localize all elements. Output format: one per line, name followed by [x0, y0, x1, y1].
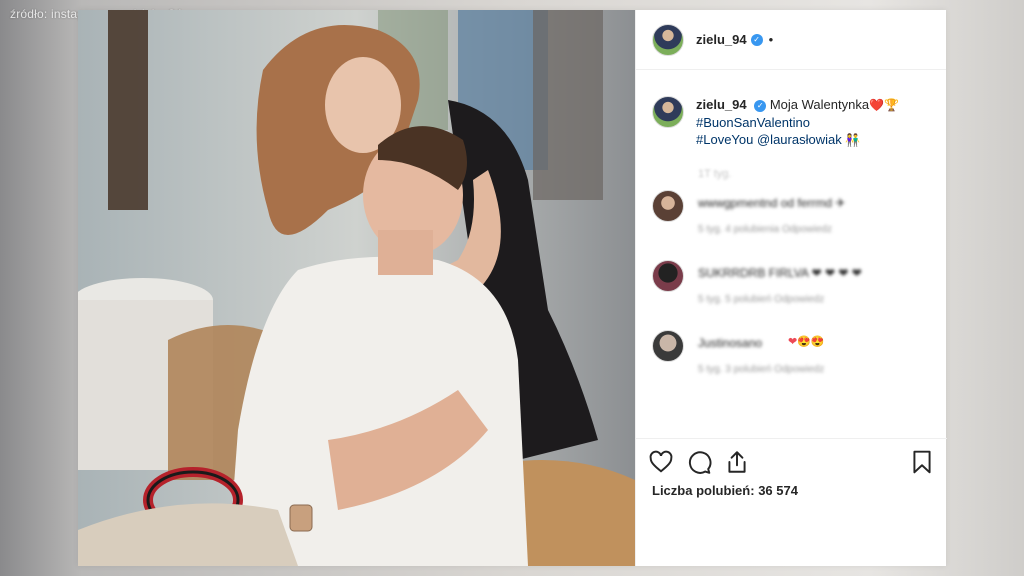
caption-avatar[interactable] — [652, 96, 684, 128]
commenter-avatar[interactable] — [652, 190, 684, 222]
comment-text: Justinosano — [698, 336, 763, 350]
comment-text: SUKRRDRB FIRLVA ❤ ❤ ❤ ❤ — [698, 266, 862, 280]
verified-badge-icon: ✓ — [754, 99, 767, 112]
couple-photo-illustration — [78, 10, 635, 566]
post-caption: zielu_94 ✓ Moja Walentynka❤️🏆 #BuonSanVa… — [652, 96, 932, 149]
heart-icon[interactable] — [648, 449, 674, 475]
mention-link[interactable]: @laurasłowiak — [757, 132, 842, 147]
commenter-avatar[interactable] — [652, 330, 684, 362]
instagram-post: zielu_94 ✓ • zielu_94 ✓ Moja Walentynka❤… — [78, 10, 947, 567]
verified-badge-icon: ✓ — [750, 33, 763, 46]
hashtag-link[interactable]: #BuonSanValentino — [696, 115, 810, 130]
commenter-avatar[interactable] — [652, 260, 684, 292]
comment-meta: 5 tyg. 4 polubienia Odpowiedz — [698, 224, 832, 235]
likes-label: Liczba polubień: — [652, 483, 755, 498]
caption-message: Moja Walentynka — [769, 97, 870, 112]
likes-number: 36 574 — [758, 483, 798, 498]
caption-emojis: ❤️🏆 — [869, 98, 899, 112]
comment-item: wwwgpmentnd od ferrmd ✈ 5 tyg. 4 polubie… — [652, 190, 932, 240]
author-avatar[interactable] — [652, 23, 684, 56]
caption-timestamp: 1T tyg. — [698, 168, 732, 180]
comment-item: Justinosano ❤😍😍 5 tyg. 3 polubień Odpowi… — [652, 330, 932, 380]
comment-bubble-icon[interactable] — [686, 449, 712, 475]
action-buttons — [648, 449, 750, 475]
author-username[interactable]: zielu_94 — [696, 32, 747, 47]
post-actions: Liczba polubień: 36 574 — [636, 438, 947, 567]
post-header: zielu_94 ✓ • — [636, 10, 946, 70]
comment-emojis: ❤😍😍 — [788, 336, 825, 348]
caption-username[interactable]: zielu_94 — [696, 97, 747, 112]
comment-meta: 5 tyg. 3 polubień Odpowiedz — [698, 364, 825, 375]
bookmark-icon[interactable] — [909, 449, 935, 475]
share-upload-icon[interactable] — [724, 449, 750, 475]
hashtag-link[interactable]: #LoveYou — [696, 132, 753, 147]
header-separator: • — [768, 32, 774, 47]
likes-count[interactable]: Liczba polubień: 36 574 — [652, 483, 798, 498]
comment-item: SUKRRDRB FIRLVA ❤ ❤ ❤ ❤ 5 tyg. 5 polubie… — [652, 260, 932, 310]
post-photo[interactable] — [78, 10, 635, 566]
caption-text: zielu_94 ✓ Moja Walentynka❤️🏆 #BuonSanVa… — [696, 96, 899, 149]
comment-text: wwwgpmentnd od ferrmd ✈ — [698, 196, 846, 210]
comment-meta: 5 tyg. 5 polubień Odpowiedz — [698, 294, 825, 305]
post-side-panel: zielu_94 ✓ • zielu_94 ✓ Moja Walentynka❤… — [635, 10, 947, 567]
caption-end-emoji: 👫 — [845, 133, 861, 147]
